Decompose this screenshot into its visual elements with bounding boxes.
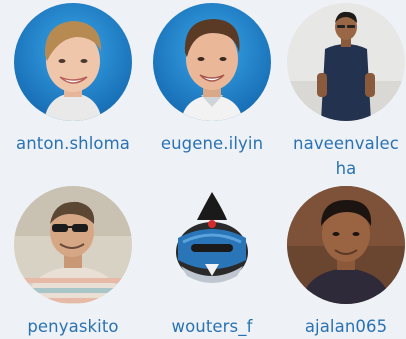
username-link[interactable]: penyaskito — [6, 314, 140, 339]
contributor-card[interactable]: wouters_f — [145, 186, 279, 339]
avatar-image — [153, 186, 271, 304]
contributor-card[interactable]: eugene.ilyin — [145, 3, 279, 156]
user-avatar[interactable] — [14, 186, 132, 304]
username-link[interactable]: naveenvalecha — [290, 131, 402, 181]
username-link[interactable]: anton.shloma — [6, 131, 140, 156]
user-avatar[interactable] — [153, 3, 271, 121]
contributor-card[interactable]: ajalan065 — [284, 186, 406, 339]
contributor-card[interactable]: penyaskito — [6, 186, 140, 339]
username-link[interactable]: eugene.ilyin — [145, 131, 279, 156]
avatar-image — [14, 3, 132, 121]
avatar-image — [153, 3, 271, 121]
user-avatar[interactable] — [287, 3, 405, 121]
avatar-image — [14, 186, 132, 304]
contributor-card[interactable]: naveenvalecha — [284, 3, 406, 181]
contributor-card[interactable]: anton.shloma — [6, 3, 140, 156]
username-link[interactable]: wouters_f — [145, 314, 279, 339]
user-avatar[interactable] — [153, 186, 271, 304]
user-avatar[interactable] — [14, 3, 132, 121]
user-avatar[interactable] — [287, 186, 405, 304]
avatar-image — [287, 3, 405, 121]
username-link[interactable]: ajalan065 — [284, 314, 406, 339]
avatar-image — [287, 186, 405, 304]
